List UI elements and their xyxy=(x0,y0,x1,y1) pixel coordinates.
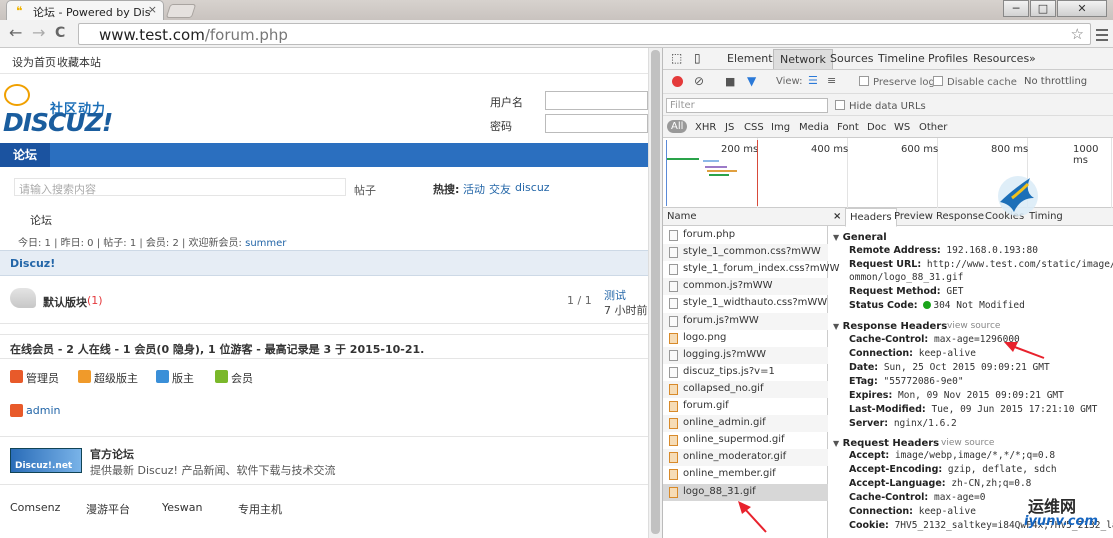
watermark-url: iyunv.com xyxy=(1024,514,1098,529)
red-arrow-shaft xyxy=(1011,345,1045,359)
annotation-overlay xyxy=(738,342,1045,533)
red-arrow-shaft xyxy=(743,507,767,533)
watermark: 运维网 iyunv.com xyxy=(1010,490,1110,538)
